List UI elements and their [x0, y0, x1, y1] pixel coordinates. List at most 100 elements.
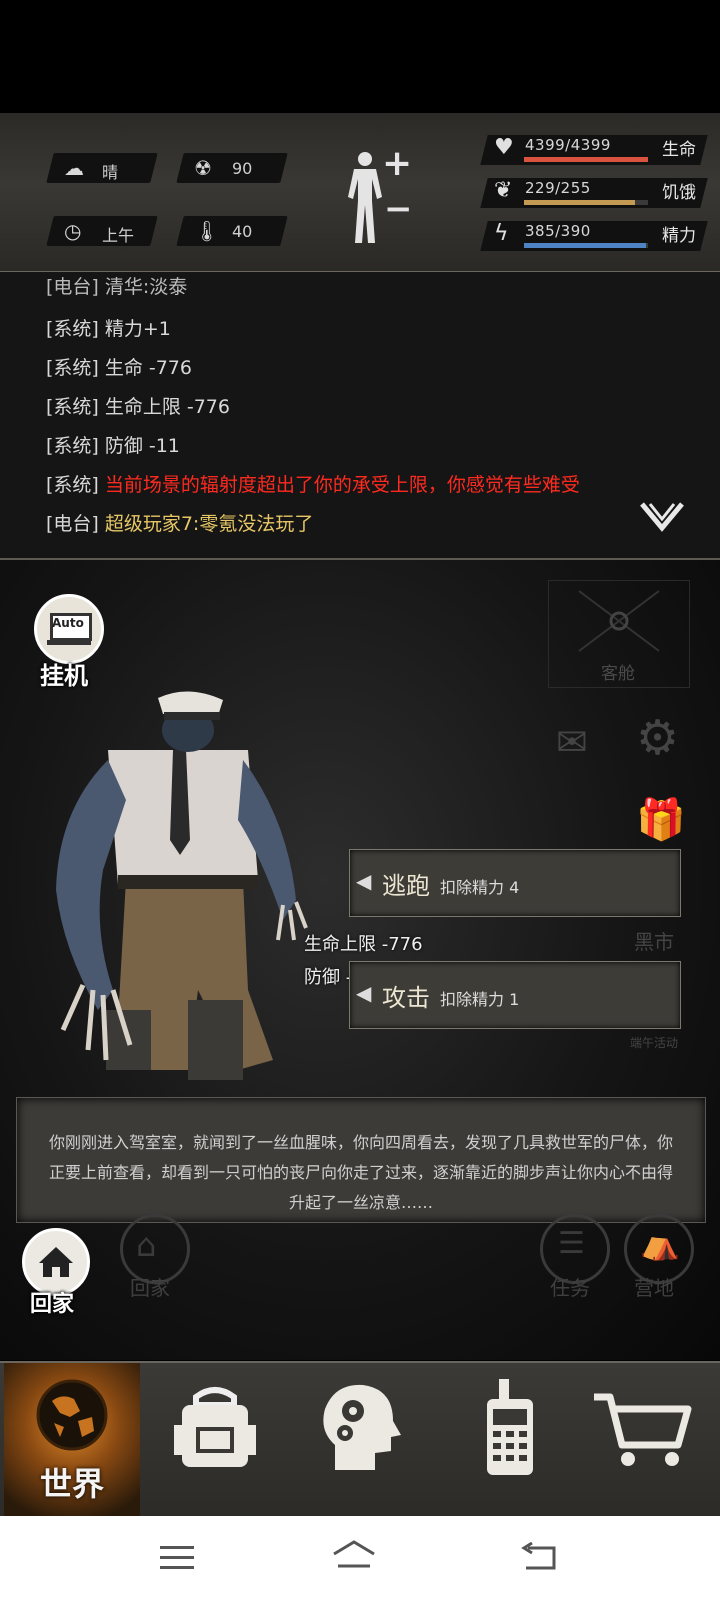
heart-icon: ♥	[494, 135, 514, 160]
log-line: [系统] 当前场景的辐射度超出了你的承受上限，你感觉有些难受	[46, 470, 580, 497]
log-line-message: 生命上限 -776	[104, 396, 230, 418]
zombie-captain-figure	[56, 691, 308, 1080]
home-ghost-button: ⌂ 回家	[120, 1214, 190, 1302]
hunger-stat: ❦ 229/255 饥饿	[480, 174, 708, 208]
log-line-tag: [系统]	[46, 318, 99, 340]
gift-icon[interactable]: 🎁	[636, 796, 686, 843]
zombie-enemy[interactable]	[38, 690, 308, 1090]
auto-idle-label: 挂机	[40, 662, 88, 690]
tab-world-label: 世界	[39, 1465, 104, 1503]
health-label: 生命	[662, 140, 696, 160]
log-line-message: 生命 -776	[104, 357, 192, 379]
thermometer-icon: 🌡	[194, 219, 220, 243]
task-button[interactable]: ☰ 任务	[540, 1214, 610, 1302]
tab-shop[interactable]	[590, 1375, 700, 1505]
attack-button[interactable]: ◀ 攻击 扣除精力 1	[349, 961, 681, 1029]
radiation-icon: ☢	[194, 156, 212, 180]
cabin-label: 客舱	[601, 664, 635, 684]
home-icon[interactable]	[330, 1540, 378, 1574]
temperature-value: 40	[232, 222, 253, 241]
log-line-tag: [系统]	[46, 474, 99, 496]
map-marker-icon	[578, 590, 660, 652]
go-home-button[interactable]: 回家	[20, 1228, 100, 1320]
back-icon[interactable]	[520, 1542, 558, 1572]
house-icon	[39, 1247, 73, 1277]
energy-label: 精力	[662, 226, 696, 246]
radiation-value: 90	[232, 159, 253, 178]
log-line-tag: [系统]	[46, 435, 99, 457]
log-line: [系统] 防御 -11	[46, 431, 180, 458]
backpack-icon	[174, 1387, 256, 1467]
event-label[interactable]: 端午活动	[630, 1034, 678, 1051]
hunger-value: 229/255	[525, 179, 591, 197]
minus-icon: −	[384, 189, 413, 229]
flee-cost: 扣除精力 4	[440, 878, 520, 897]
cabin-button[interactable]: 客舱	[548, 580, 690, 688]
lightning-icon: ϟ	[494, 221, 509, 246]
health-bar	[524, 157, 648, 162]
walkie-talkie-icon	[487, 1379, 533, 1475]
globe-icon	[36, 1379, 108, 1451]
narration-box: 你刚刚进入驾室室，就闻到了一丝血腥味，你向四周看去，发现了几具救世军的尸体，你正…	[16, 1097, 706, 1223]
weather-label: 晴	[102, 163, 119, 182]
bottom-navigation: 世界	[0, 1361, 720, 1518]
tent-icon: ⛺	[640, 1224, 680, 1262]
status-panel: ☁ 晴 ☢ 90 ◷ 上午 🌡 40 + − ♥ 4399/4399 生命 ❦ …	[0, 113, 720, 273]
encounter-scene: 客舱 ✉ ⚙ 🎁 黑市 端午活动 Auto 挂机 生命上限 -776 防御 -1…	[0, 560, 720, 1360]
gear-icon[interactable]: ⚙	[636, 710, 679, 766]
log-line-message: 当前场景的辐射度超出了你的承受上限，你感觉有些难受	[104, 474, 580, 496]
message-log[interactable]: [电台] 清华:淡泰 [系统] 精力+1 [系统] 生命 -776 [系统] 生命上限 -…	[0, 272, 720, 560]
time-tag: ◷ 上午	[46, 216, 158, 246]
hunger-label: 饥饿	[662, 183, 696, 203]
radiation-tag: ☢ 90	[176, 153, 288, 183]
caret-left-icon: ◀	[356, 981, 372, 1005]
temperature-tag: 🌡 40	[176, 216, 288, 246]
stomach-icon: ❦	[494, 178, 513, 203]
head-gears-icon	[323, 1384, 401, 1470]
camp-label: 营地	[634, 1276, 674, 1300]
health-value: 4399/4399	[525, 136, 611, 154]
log-line-partial: [电台] 清华:淡泰	[46, 276, 188, 298]
log-line-message: 防御 -11	[104, 435, 180, 457]
chevron-down-icon	[640, 502, 684, 532]
camp-button[interactable]: ⛺ 营地	[624, 1214, 694, 1302]
log-expand-button[interactable]	[640, 502, 684, 536]
cloud-sun-icon: ☁	[64, 156, 84, 180]
tab-backpack[interactable]	[160, 1375, 270, 1505]
clock-icon: ◷	[64, 219, 82, 243]
log-line-tag: [电台]	[46, 513, 99, 535]
log-line: [系统] 精力+1	[46, 314, 171, 341]
shopping-cart-icon	[594, 1393, 692, 1466]
log-line-message: 精力+1	[104, 318, 171, 340]
tab-skills[interactable]	[305, 1375, 415, 1505]
body-status-button[interactable]: + −	[340, 143, 420, 249]
log-line-message: 超级玩家7:零氪没法玩了	[104, 513, 314, 535]
house-icon: ⌂	[136, 1226, 157, 1264]
narration-text: 你刚刚进入驾室室，就闻到了一丝血腥味，你向四周看去，发现了几具救世军的尸体，你正…	[48, 1133, 673, 1212]
mail-icon[interactable]: ✉	[556, 720, 588, 764]
energy-value: 385/390	[525, 222, 591, 240]
tab-radio[interactable]	[455, 1375, 565, 1505]
hunger-bar	[524, 200, 648, 205]
log-line-tag: [系统]	[46, 396, 99, 418]
black-market-label[interactable]: 黑市	[634, 926, 674, 955]
flee-button[interactable]: ◀ 逃跑 扣除精力 4	[349, 849, 681, 917]
tab-world[interactable]: 世界	[4, 1363, 140, 1518]
system-navigation-bar	[0, 1516, 720, 1600]
log-line: [电台] 超级玩家7:零氪没法玩了	[46, 509, 313, 536]
damage-text-max-health: 生命上限 -776	[304, 934, 423, 955]
log-line-tag: [系统]	[46, 357, 99, 379]
health-stat: ♥ 4399/4399 生命	[480, 131, 708, 165]
plus-icon: +	[382, 143, 413, 184]
computer-icon: Auto	[34, 594, 104, 664]
weather-tag: ☁ 晴	[46, 153, 158, 183]
energy-stat: ϟ 385/390 精力	[480, 217, 708, 251]
go-home-label: 回家	[30, 1292, 75, 1317]
log-line: [系统] 生命上限 -776	[46, 392, 230, 419]
task-label: 任务	[550, 1276, 590, 1300]
attack-cost: 扣除精力 1	[440, 990, 520, 1009]
attack-label: 攻击	[382, 984, 430, 1012]
menu-icon[interactable]	[160, 1544, 196, 1572]
flee-label: 逃跑	[382, 872, 430, 900]
auto-idle-button[interactable]: Auto 挂机	[30, 594, 106, 690]
